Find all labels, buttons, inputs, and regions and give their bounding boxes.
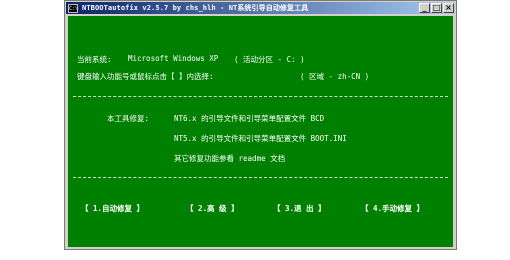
title-bar[interactable]: C:\ NTBOOTautofix v2.5.7 by chs_hlh - NT… (66, 2, 455, 14)
other-functions-note: 其它修复功能参看 readme 文档 (174, 154, 286, 163)
divider-bottom (73, 177, 448, 178)
repair-scope-label: 本工具修复: (107, 114, 150, 123)
app-window: C:\ NTBOOTautofix v2.5.7 by chs_hlh - NT… (64, 0, 457, 250)
minimize-button[interactable]: _ (419, 3, 430, 13)
auto-repair-button[interactable]: 【 1.自动修复 】 (81, 203, 144, 214)
exit-button[interactable]: 【 3.退 出 】 (273, 203, 326, 214)
maximize-button[interactable]: □ (431, 3, 442, 13)
current-system-label: 当前系统: (77, 55, 112, 64)
console-app-icon[interactable]: C:\ (68, 3, 78, 13)
console-area: 当前系统: Microsoft Windows XP ( 活动分区 - C: )… (68, 16, 453, 247)
advanced-button[interactable]: 【 2.高 级 】 (186, 203, 239, 214)
selection-prompt: 键盘输入功能号或鼠标点击【 】内选择: (77, 72, 214, 81)
nt5-description: NT5.x 的引导文件和引导菜单配置文件 BOOT.INI (174, 134, 347, 143)
active-partition: ( 活动分区 - C: ) (234, 55, 305, 64)
close-button[interactable]: × (443, 3, 454, 13)
current-system-value: Microsoft Windows XP (128, 54, 219, 63)
nt6-description: NT6.x 的引导文件和引导菜单配置文件 BCD (174, 114, 325, 123)
region-info: ( 区域 - zh-CN ) (300, 72, 370, 81)
manual-repair-button[interactable]: 【 4.手动修复 】 (361, 203, 424, 214)
window-title: NTBOOTautofix v2.5.7 by chs_hlh - NT系统引导… (82, 4, 309, 12)
window-controls: _ □ × (419, 3, 454, 13)
divider-top (73, 96, 448, 97)
